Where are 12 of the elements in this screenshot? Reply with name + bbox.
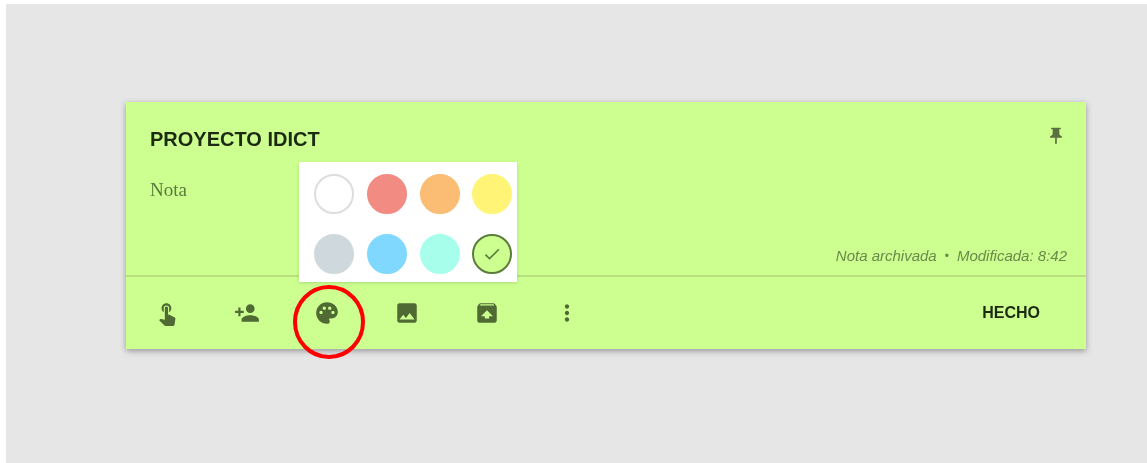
separator-dot: • [944,247,949,265]
color-swatch[interactable] [472,234,513,274]
palette-icon[interactable] [314,300,340,326]
done-button[interactable]: HECHO [982,301,1040,325]
archive-box-icon[interactable] [474,300,500,326]
image-icon[interactable] [394,300,420,326]
color-swatch[interactable] [366,174,407,214]
note-title: PROYECTO IDICT [150,127,320,152]
color-swatch[interactable] [419,174,460,214]
modified-time: Modificada: 8:42 [956,245,1067,266]
archived-status: Nota archivada [835,245,937,266]
note-body: Nota [150,178,187,202]
